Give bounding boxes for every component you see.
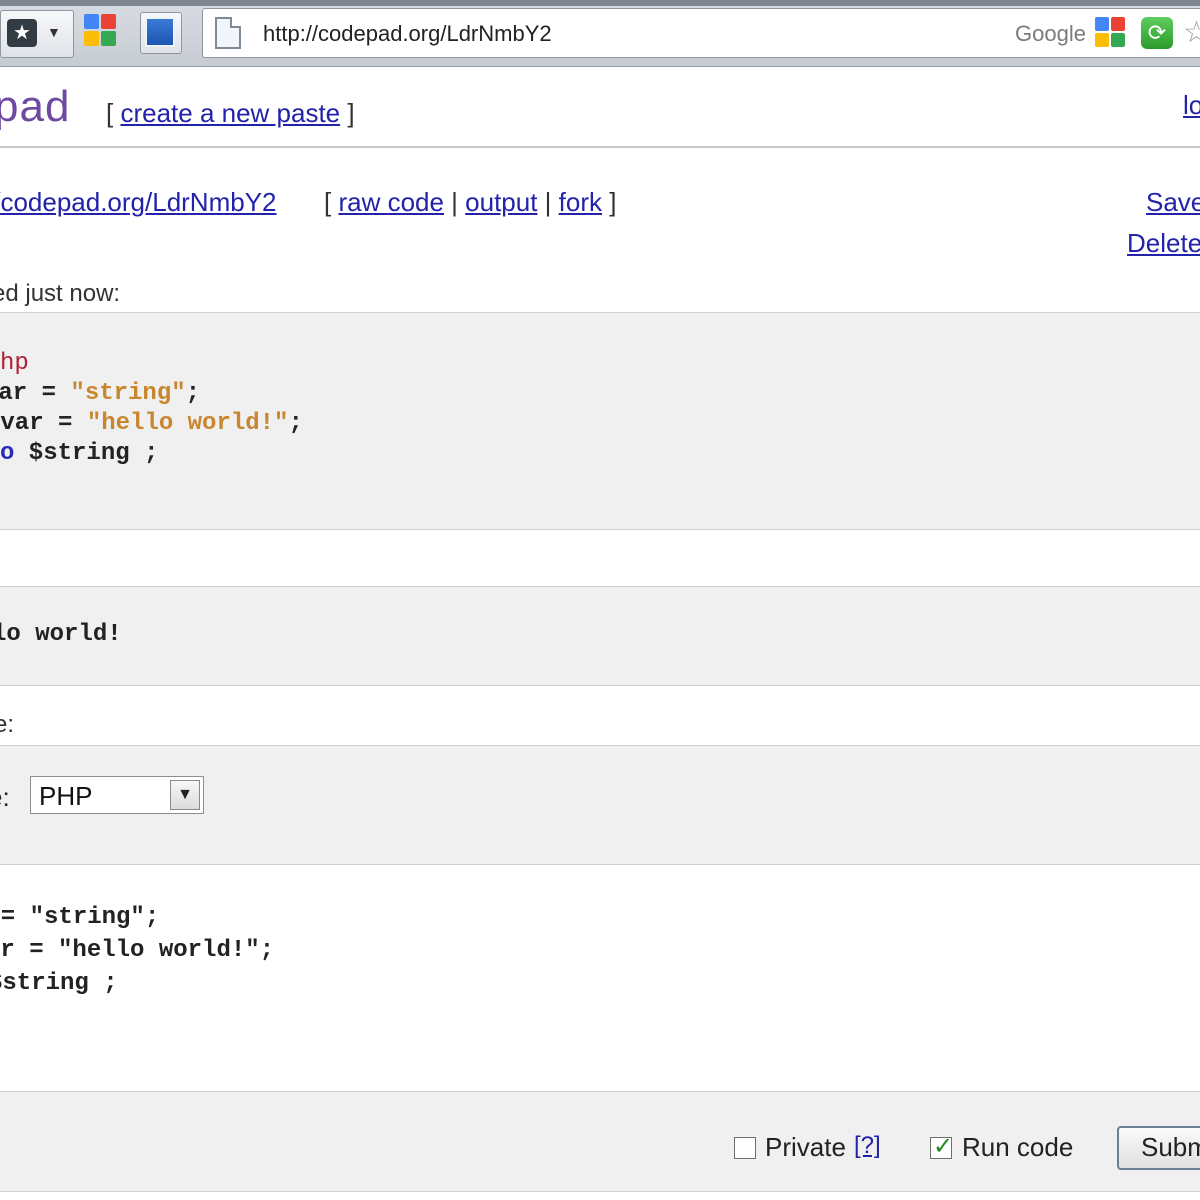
paste-url-link[interactable]: //codepad.org/LdrNmbY2 xyxy=(0,187,277,218)
refresh-icon[interactable]: ⟳ xyxy=(1141,17,1173,49)
run-code-checkbox[interactable]: ✓ xyxy=(930,1133,953,1160)
search-engine-label[interactable]: Google xyxy=(1015,21,1086,47)
private-help-link[interactable]: [?] xyxy=(854,1132,881,1160)
textarea-line: r = "string"; xyxy=(0,904,160,931)
code-line: yvar = "hello world!"; xyxy=(0,409,303,439)
bracket-close: ] xyxy=(602,187,617,217)
code-text: yvar = xyxy=(0,410,73,437)
code-view-panel: hp var = "string"; yvar = "hello world!"… xyxy=(0,312,1200,530)
language-panel: e: PHP ▼ xyxy=(0,745,1200,865)
login-link[interactable]: lo xyxy=(1183,90,1200,121)
bookmark-star-icon: ★ xyxy=(7,19,37,47)
paste-actions: [ raw code | output | fork ] xyxy=(324,187,616,218)
bookmarks-menu-button[interactable]: ★ ▼ xyxy=(0,10,74,58)
page-icon xyxy=(215,17,241,49)
create-paste-label: e: xyxy=(0,711,15,738)
pasted-time-label: ed just now: xyxy=(0,280,121,307)
address-bar[interactable]: http://codepad.org/LdrNmbY2 Google ⟳ ☆ xyxy=(202,8,1200,58)
options-panel: Private [?] ✓ Run code Subm xyxy=(0,1091,1200,1192)
language-label: e: xyxy=(0,782,10,812)
output-link[interactable]: output xyxy=(465,187,537,217)
separator: | xyxy=(443,187,466,217)
window-icon-button[interactable] xyxy=(140,12,182,54)
code-line: hp xyxy=(0,349,303,379)
bracket-close: ] xyxy=(340,98,355,128)
bookmark-star-icon[interactable]: ☆ xyxy=(1183,15,1200,50)
chevron-down-icon[interactable]: ▼ xyxy=(170,780,200,810)
divider xyxy=(0,146,1200,148)
delete-link[interactable]: Delete xyxy=(1127,228,1200,259)
window-edge xyxy=(0,0,1200,6)
code-text: var = xyxy=(0,380,57,407)
raw-code-link[interactable]: raw code xyxy=(338,187,444,217)
code-text: ; xyxy=(288,410,303,437)
checkmark-icon: ✓ xyxy=(933,1133,954,1160)
google-search-icon[interactable] xyxy=(1095,17,1127,49)
window-icon xyxy=(145,17,175,47)
language-selected-value: PHP xyxy=(39,781,93,811)
bracket-open: [ xyxy=(106,98,121,128)
textarea-line: ar = "hello world!"; xyxy=(0,937,275,964)
textarea-content: r = "string"; ar = "hello world!"; $stri… xyxy=(0,901,274,1000)
save-link[interactable]: Save xyxy=(1146,187,1200,218)
code-keyword: o xyxy=(0,440,15,467)
new-paste-nav: [ create a new paste ] xyxy=(106,98,355,129)
code-line: o $string ; xyxy=(0,439,303,469)
code-line: var = "string"; xyxy=(0,379,303,409)
code-text: ; xyxy=(185,380,201,407)
php-open-tag: hp xyxy=(0,350,29,377)
code-view: hp var = "string"; yvar = "hello world!"… xyxy=(0,349,303,469)
textarea-line: $string ; xyxy=(0,970,118,997)
output-text: lo world! xyxy=(0,621,122,648)
chevron-down-icon: ▼ xyxy=(47,24,61,40)
separator: | xyxy=(537,187,559,217)
browser-toolbar: ★ ▼ http://codepad.org/LdrNmbY2 Google ⟳… xyxy=(0,0,1200,67)
private-checkbox[interactable] xyxy=(734,1137,756,1159)
code-string: "string" xyxy=(70,380,186,407)
bracket-open: [ xyxy=(324,187,339,217)
url-text[interactable]: http://codepad.org/LdrNmbY2 xyxy=(263,21,552,47)
private-label[interactable]: Private xyxy=(765,1132,846,1163)
site-title[interactable]: pad xyxy=(0,82,70,132)
code-string: "hello world!" xyxy=(86,410,289,437)
output-panel: lo world! xyxy=(0,586,1200,686)
google-toolbar-icon[interactable] xyxy=(84,14,120,50)
fork-link[interactable]: fork xyxy=(559,187,602,217)
submit-button[interactable]: Subm xyxy=(1117,1126,1200,1170)
code-text: $string ; xyxy=(14,440,159,467)
code-textarea[interactable]: r = "string"; ar = "hello world!"; $stri… xyxy=(0,864,1200,1092)
create-new-paste-link[interactable]: create a new paste xyxy=(120,98,340,128)
run-code-label[interactable]: Run code xyxy=(962,1132,1073,1163)
language-select[interactable]: PHP ▼ xyxy=(30,776,204,814)
